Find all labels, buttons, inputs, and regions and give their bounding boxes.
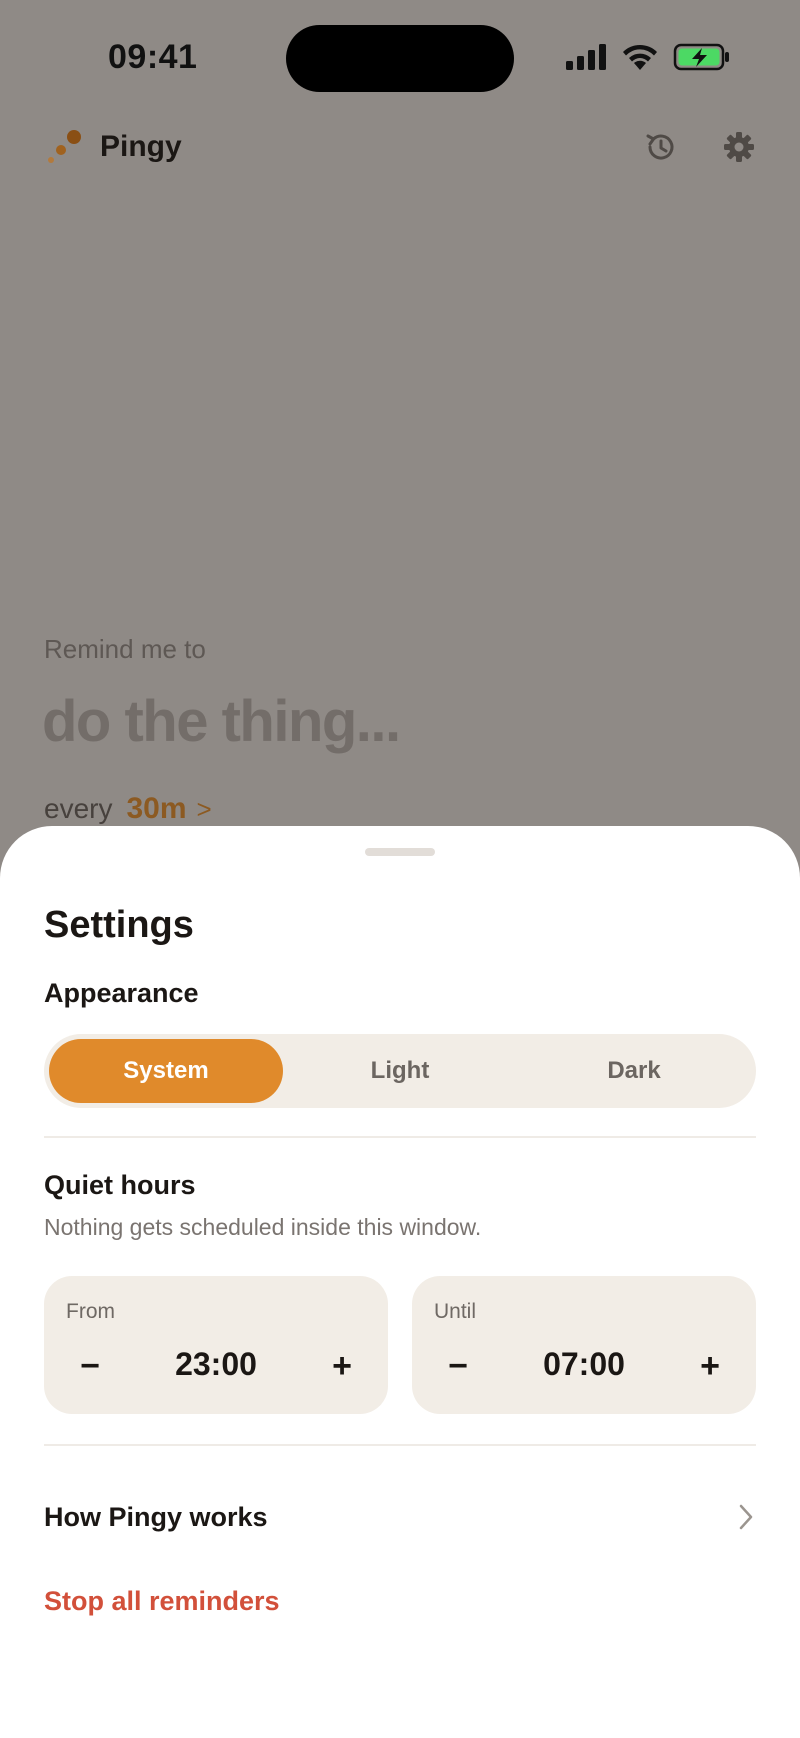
status-icons [565, 42, 731, 72]
appearance-option-dark[interactable]: Dark [517, 1039, 751, 1103]
chevron-right-icon: > [196, 793, 212, 824]
pingy-logo-icon [48, 130, 81, 163]
appearance-option-light[interactable]: Light [283, 1039, 517, 1103]
how-pingy-works-row[interactable]: How Pingy works [44, 1492, 756, 1542]
every-label: every [44, 793, 113, 824]
app-screen: 09:41 Pingy Remind me to do the thing...… [0, 0, 800, 1738]
appearance-segmented-control: System Light Dark [44, 1034, 756, 1108]
remind-label: Remind me to [44, 634, 206, 664]
how-pingy-works-label: How Pingy works [44, 1501, 268, 1532]
appearance-title: Appearance [44, 978, 199, 1008]
until-label: Until [434, 1300, 477, 1323]
history-icon [646, 134, 674, 160]
task-input[interactable]: do the thing... [42, 688, 401, 755]
dynamic-island [286, 25, 514, 92]
quiet-hours-title: Quiet hours [44, 1170, 196, 1200]
quiet-hours-subtitle: Nothing gets scheduled inside this windo… [44, 1214, 482, 1240]
from-label: From [66, 1300, 115, 1323]
chevron-right-icon [739, 1504, 753, 1530]
cellular-signal-icon [566, 44, 606, 70]
appearance-option-system[interactable]: System [49, 1039, 283, 1103]
stop-all-reminders-button[interactable]: Stop all reminders [44, 1586, 280, 1617]
settings-button[interactable] [720, 128, 758, 166]
until-increment-button[interactable]: + [688, 1344, 732, 1388]
sheet-title: Settings [44, 904, 194, 946]
interval-selector[interactable]: every 30m > [44, 792, 212, 826]
from-increment-button[interactable]: + [320, 1344, 364, 1388]
history-button[interactable] [642, 128, 680, 166]
gear-icon [724, 132, 754, 162]
settings-sheet: Settings Appearance System Light Dark Qu… [0, 826, 800, 1738]
divider [44, 1136, 756, 1138]
battery-charging-icon [673, 43, 729, 71]
status-time: 09:41 [108, 38, 198, 76]
sheet-grabber[interactable] [365, 848, 435, 856]
quiet-until-card: Until − 07:00 + [412, 1276, 756, 1414]
interval-value: 30m [126, 792, 187, 825]
quiet-from-card: From − 23:00 + [44, 1276, 388, 1414]
divider [44, 1444, 756, 1446]
wifi-icon [623, 44, 657, 70]
app-name: Pingy [100, 130, 182, 163]
